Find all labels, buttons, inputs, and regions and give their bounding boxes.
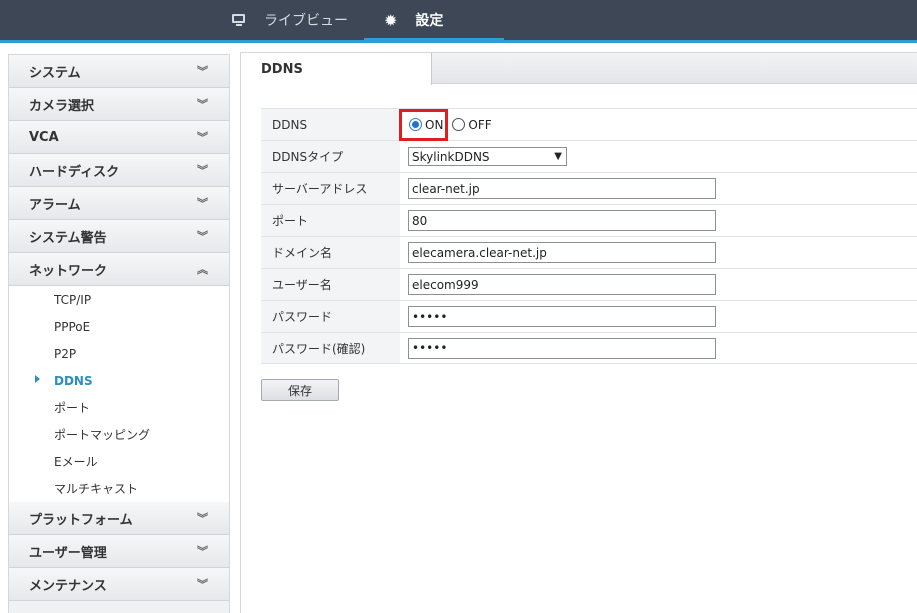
- chevron-down-icon: ▼: [554, 151, 562, 162]
- chevron-down-icon: ︾: [197, 164, 208, 177]
- chevron-down-icon: ︾: [197, 545, 208, 558]
- sidebar-section-system[interactable]: システム ︾: [9, 55, 229, 88]
- ddns-type-label: DDNSタイプ: [261, 141, 400, 172]
- form-row-password-confirm: パスワード(確認) •••••: [261, 332, 917, 364]
- sidebar-item-label: ポート: [54, 401, 91, 415]
- sidebar-item-p2p[interactable]: P2P: [9, 340, 229, 367]
- domain-name-input[interactable]: elecamera.clear-net.jp: [408, 242, 716, 263]
- password-confirm-label: パスワード(確認): [261, 333, 400, 363]
- sidebar-section-label: カメラ選択: [29, 98, 95, 114]
- chevron-down-icon: ︾: [197, 98, 208, 111]
- sidebar-item-label: ポートマッピング: [54, 428, 151, 442]
- sidebar-item-label: DDNS: [54, 373, 93, 388]
- sidebar-section-platform[interactable]: プラットフォーム ︾: [9, 502, 229, 535]
- form-row-ddns-type: DDNSタイプ SkylinkDDNS ▼: [261, 140, 917, 172]
- monitor-icon: [232, 14, 246, 26]
- nav-settings-label: 設定: [415, 13, 444, 29]
- sidebar-section-label: システム警告: [29, 230, 107, 246]
- sidebar-network-submenu: TCP/IP PPPoE P2P DDNS ポート ポートマッピング Eメール …: [9, 286, 229, 502]
- server-address-label: サーバーアドレス: [261, 173, 400, 204]
- sidebar-section-hard-disk[interactable]: ハードディスク ︾: [9, 154, 229, 187]
- form-row-ddns: DDNS ON OFF: [261, 108, 917, 141]
- active-indicator-icon: [35, 375, 40, 383]
- sidebar-item-ddns[interactable]: DDNS: [9, 367, 229, 394]
- sidebar-item-email[interactable]: Eメール: [9, 448, 229, 475]
- password-label: パスワード: [261, 301, 400, 332]
- sidebar-section-label: ユーザー管理: [29, 545, 107, 561]
- chevron-down-icon: ︾: [197, 65, 208, 78]
- username-input[interactable]: elecom999: [408, 274, 716, 295]
- form-row-domain: ドメイン名 elecamera.clear-net.jp: [261, 236, 917, 268]
- sidebar-section-system-warning[interactable]: システム警告 ︾: [9, 220, 229, 253]
- password-input[interactable]: •••••: [408, 306, 716, 327]
- sidebar-item-label: TCP/IP: [54, 292, 92, 307]
- sidebar-item-pppoe[interactable]: PPPoE: [9, 313, 229, 340]
- sidebar-item-port-mapping[interactable]: ポートマッピング: [9, 421, 229, 448]
- sidebar: システム ︾ カメラ選択 ︾ VCA ︾ ハードディスク ︾ アラーム ︾ シス…: [8, 54, 230, 613]
- port-label: ポート: [261, 205, 400, 236]
- nav-live-view-label: ライブビュー: [264, 13, 348, 29]
- sidebar-section-maintenance[interactable]: メンテナンス ︾: [9, 568, 229, 601]
- nav-settings-active-indicator: [364, 38, 504, 43]
- form-row-password: パスワード •••••: [261, 300, 917, 332]
- password-confirm-input[interactable]: •••••: [408, 337, 716, 359]
- sidebar-section-label: ハードディスク: [29, 164, 120, 180]
- sidebar-section-network[interactable]: ネットワーク ︽: [9, 253, 229, 286]
- sidebar-item-label: Eメール: [54, 455, 98, 469]
- ddns-type-select[interactable]: SkylinkDDNS ▼: [408, 147, 567, 166]
- gear-icon: ✹: [384, 10, 398, 30]
- domain-name-label: ドメイン名: [261, 237, 400, 268]
- sidebar-section-label: VCA: [29, 129, 59, 145]
- ddns-toggle-group: ON OFF: [400, 109, 917, 140]
- save-button[interactable]: 保存: [261, 379, 339, 401]
- sidebar-section-label: ネットワーク: [29, 263, 108, 279]
- chevron-down-icon: ︾: [197, 197, 208, 210]
- sidebar-item-label: マルチキャスト: [54, 482, 139, 496]
- sidebar-item-multicast[interactable]: マルチキャスト: [9, 475, 229, 502]
- form-row-username: ユーザー名 elecom999: [261, 268, 917, 300]
- sidebar-section-label: システム: [29, 65, 81, 81]
- form-row-port: ポート 80: [261, 204, 917, 236]
- sidebar-item-tcpip[interactable]: TCP/IP: [9, 286, 229, 313]
- ddns-label: DDNS: [261, 109, 400, 140]
- ddns-off-radio[interactable]: [452, 118, 466, 131]
- username-label: ユーザー名: [261, 269, 400, 300]
- form-row-server: サーバーアドレス clear-net.jp: [261, 172, 917, 204]
- sidebar-section-user-management[interactable]: ユーザー管理 ︾: [9, 535, 229, 568]
- sidebar-item-label: PPPoE: [54, 319, 91, 334]
- nav-settings[interactable]: ✹ 設定: [364, 0, 504, 40]
- chevron-down-icon: ︾: [197, 131, 208, 144]
- tab-ddns[interactable]: DDNS: [241, 53, 432, 85]
- sidebar-section-label: プラットフォーム: [29, 512, 133, 528]
- highlight-box: [399, 109, 448, 141]
- top-navigation-bar: ライブビュー ✹ 設定: [0, 0, 917, 40]
- sidebar-section-label: アラーム: [29, 197, 81, 213]
- sidebar-item-label: P2P: [54, 346, 77, 361]
- port-input[interactable]: 80: [408, 210, 716, 231]
- nav-live-view[interactable]: ライブビュー: [232, 0, 348, 40]
- sidebar-section-vca[interactable]: VCA ︾: [9, 121, 229, 154]
- ddns-type-value: SkylinkDDNS: [412, 149, 490, 164]
- tab-label: DDNS: [261, 61, 303, 77]
- sidebar-section-camera-select[interactable]: カメラ選択 ︾: [9, 88, 229, 121]
- chevron-up-icon: ︽: [197, 263, 208, 276]
- chevron-down-icon: ︾: [197, 512, 208, 525]
- tab-strip: DDNS: [241, 53, 917, 85]
- server-address-input[interactable]: clear-net.jp: [408, 178, 716, 199]
- sidebar-section-alarm[interactable]: アラーム ︾: [9, 187, 229, 220]
- sidebar-item-port[interactable]: ポート: [9, 394, 229, 421]
- chevron-down-icon: ︾: [197, 578, 208, 591]
- sidebar-section-label: メンテナンス: [29, 578, 107, 594]
- ddns-form: DDNS ON OFF DDNSタイプ SkylinkDDNS ▼ サーバーアド…: [261, 108, 917, 364]
- ddns-off-label: OFF: [468, 117, 492, 132]
- main-panel: DDNS DDNS ON OFF DDNSタイプ SkylinkDDNS ▼ サ…: [240, 52, 917, 613]
- chevron-down-icon: ︾: [197, 230, 208, 243]
